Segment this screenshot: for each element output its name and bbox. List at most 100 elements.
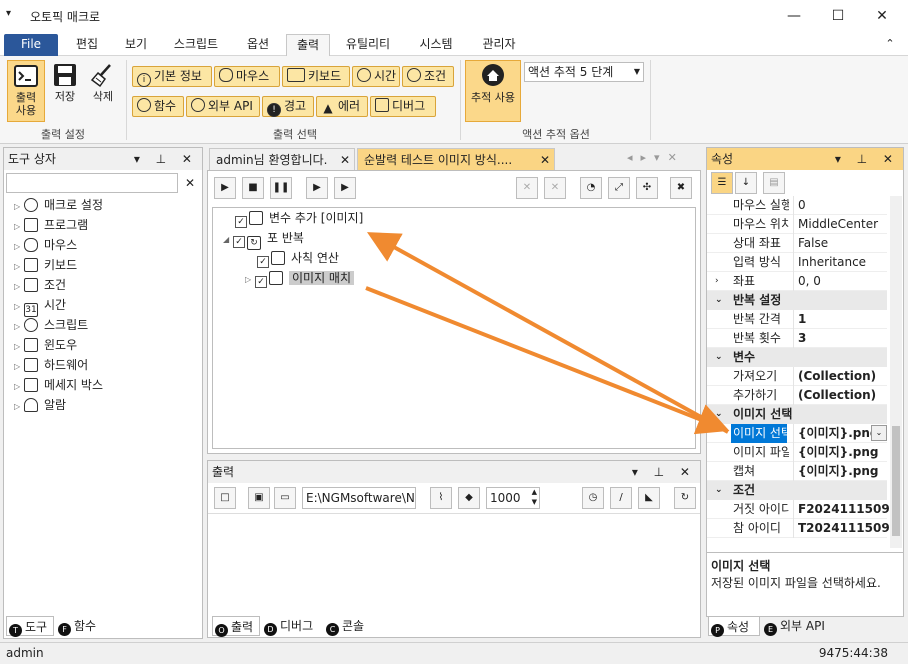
property-scrollbar[interactable] [890, 196, 902, 548]
tab-options[interactable]: 옵션 [234, 34, 282, 56]
prop-row[interactable]: 반복 간격 1 [707, 310, 887, 329]
categorized-icon[interactable]: ☰ [711, 172, 733, 194]
folder-icon[interactable]: ▭ [274, 487, 296, 509]
toolbox-item[interactable]: ▷ 하드웨어 [14, 355, 88, 375]
toolbox-item[interactable]: ▷ 프로그램 [14, 215, 88, 235]
tab-output-log[interactable]: O 출력 [212, 616, 260, 637]
macro-node-arithmetic[interactable]: ✓ 사칙 연산 [257, 248, 339, 268]
tab-output[interactable]: 출력 [286, 34, 330, 56]
output-path-field[interactable]: E:\NGMsoftware\NG [302, 487, 416, 509]
macro-node-for-loop[interactable]: ◢ ✓ ↻ 포 반복 [223, 228, 304, 250]
panel-buttons[interactable]: ▾ ⊥ ✕ [835, 148, 899, 170]
stepper-arrows-icon[interactable]: ▲ ▼ [532, 487, 537, 507]
prop-category[interactable]: ⌄ 변수 [707, 348, 887, 367]
trash-icon[interactable]: ✖ [670, 177, 692, 199]
tab-nav-arrows[interactable]: ◂▸▾✕ [627, 151, 685, 164]
collapse-chevron-icon[interactable]: ⌄ [715, 405, 723, 424]
tab-debug[interactable]: D 디버그 [262, 616, 322, 636]
tab-utility[interactable]: 유틸리티 [336, 34, 400, 56]
dropdown-arrow-icon[interactable]: ⌄ [871, 425, 887, 441]
collapse-chevron-icon[interactable]: ⌄ [715, 348, 723, 367]
prop-row[interactable]: 반복 횟수 3 [707, 329, 887, 348]
clock-icon[interactable]: ◷ [582, 487, 604, 509]
prop-row[interactable]: › 좌표 0, 0 [707, 272, 887, 291]
toolbox-item[interactable]: ▷ 마우스 [14, 235, 77, 255]
panel-buttons[interactable]: ▾ ⊥ ✕ [632, 461, 696, 483]
disabled-x-icon[interactable]: ✕ [516, 177, 538, 199]
toolbox-search-input[interactable] [6, 173, 178, 193]
toolbox-item[interactable]: ▷ 알람 [14, 395, 66, 415]
tab-external-api[interactable]: E 외부 API [762, 616, 834, 636]
tab-system[interactable]: 시스템 [408, 34, 464, 56]
prop-row[interactable]: 마우스 실행 0 [707, 196, 887, 215]
print-use-button[interactable]: 출력 사용 [7, 60, 45, 122]
prop-row[interactable]: 캡쳐 {이미지}.png [707, 462, 887, 481]
select-mouse-button[interactable]: 마우스 [214, 66, 280, 87]
select-basic-info-button[interactable]: i 기본 정보 [132, 66, 212, 87]
select-warning-button[interactable]: ! 경고 [262, 96, 314, 117]
prop-row[interactable]: 이미지 파일 {이미지}.png [707, 443, 887, 462]
toolbox-item[interactable]: ▷ 스크립트 [14, 315, 88, 335]
system-menu-icon[interactable]: ▾ [6, 8, 11, 19]
select-condition-button[interactable]: 조건 [402, 66, 454, 87]
macro-node-image-match[interactable]: ▷ ✓ 이미지 매치 [245, 268, 355, 288]
toolbox-item[interactable]: ▷ 조건 [14, 275, 66, 295]
pause-button[interactable]: ❚❚ [270, 177, 292, 199]
eraser-icon[interactable]: ◆ [458, 487, 480, 509]
prop-row[interactable]: 마우스 위치 MiddleCenter [707, 215, 887, 234]
select-time-button[interactable]: 시간 [352, 66, 400, 87]
ribbon-collapse-icon[interactable]: ⌃ [880, 34, 900, 56]
prop-row[interactable]: 참 아이디T2024111509430 [707, 519, 889, 538]
collapse-chevron-icon[interactable]: ⌄ [715, 481, 723, 500]
toolbox-item[interactable]: ▷ 키보드 [14, 255, 77, 275]
prop-category[interactable]: ⌄ 조건 [707, 481, 887, 500]
toolbox-item[interactable]: ▷ 윈도우 [14, 335, 77, 355]
tab-properties[interactable]: P 속성 [708, 616, 760, 637]
fill-icon[interactable]: ◣ [638, 487, 660, 509]
tab-functions[interactable]: F 함수 [56, 616, 104, 636]
prop-row-selected[interactable]: 이미지 선택 {이미지}.png ⌄ [707, 424, 887, 443]
stop-button[interactable]: ■ [242, 177, 264, 199]
prop-row[interactable]: 입력 방식 Inheritance [707, 253, 887, 272]
brush-icon[interactable]: / [610, 487, 632, 509]
select-function-button[interactable]: 함수 [132, 96, 184, 117]
macro-node-add-variable[interactable]: ✓ 변수 추가 [이미지] [235, 208, 363, 228]
toolbox-item[interactable]: ▷ 31 시간 [14, 295, 66, 317]
delete-button[interactable]: 삭제 [84, 60, 122, 122]
tab-view[interactable]: 보기 [114, 34, 158, 56]
prop-row[interactable]: 추가하기 (Collection) [707, 386, 887, 405]
tab-console[interactable]: C 콘솔 [324, 616, 374, 636]
select-keyboard-button[interactable]: 키보드 [282, 66, 350, 87]
tab-file[interactable]: File [4, 34, 58, 56]
record-icon[interactable]: ◔ [580, 177, 602, 199]
prop-row[interactable]: 상대 좌표 False [707, 234, 887, 253]
new-file-icon[interactable]: □ [214, 487, 236, 509]
property-pages-icon[interactable]: ▤ [763, 172, 785, 194]
close-button[interactable]: ✕ [860, 0, 904, 32]
save-icon[interactable]: ▣ [248, 487, 270, 509]
step-button[interactable]: ▶ [306, 177, 328, 199]
collapse-chevron-icon[interactable]: ⌄ [715, 291, 723, 310]
run-to-button[interactable]: ▶ [334, 177, 356, 199]
trace-use-button[interactable]: 추적 사용 [465, 60, 521, 122]
output-count-stepper[interactable]: 1000 ▲ ▼ [486, 487, 540, 509]
tab-edit[interactable]: 편집 [64, 34, 110, 56]
tab-admin[interactable]: 관리자 [470, 34, 528, 56]
maximize-button[interactable]: ☐ [816, 0, 860, 32]
disabled-x-icon[interactable]: ✕ [544, 177, 566, 199]
expand-icon[interactable]: ⤢ [608, 177, 630, 199]
tab-script[interactable]: 스크립트 [164, 34, 228, 56]
collapse-icon[interactable]: ✣ [636, 177, 658, 199]
doc-tab-welcome[interactable]: admin님 환영합니다. ✕ [209, 148, 355, 170]
select-debug-button[interactable]: 디버그 [370, 96, 436, 117]
select-error-button[interactable]: ▲ 에러 [316, 96, 368, 117]
doc-tab-reflex-test[interactable]: 순발력 테스트 이미지 방식.... ✕ [357, 148, 555, 170]
panel-buttons[interactable]: ▾ ⊥ ✕ [134, 148, 198, 170]
search-clear-button[interactable]: ✕ [180, 173, 200, 193]
trace-level-select[interactable]: 액션 추적 5 단계 ▼ [524, 62, 644, 82]
prop-category[interactable]: ⌄ 반복 설정 [707, 291, 887, 310]
prop-row[interactable]: 거짓 아이디F2024111509430 [707, 500, 889, 519]
toolbox-item[interactable]: ▷ 메세지 박스 [14, 375, 103, 395]
prop-category[interactable]: ⌄ 이미지 선택 [707, 405, 887, 424]
play-button[interactable]: ▶ [214, 177, 236, 199]
